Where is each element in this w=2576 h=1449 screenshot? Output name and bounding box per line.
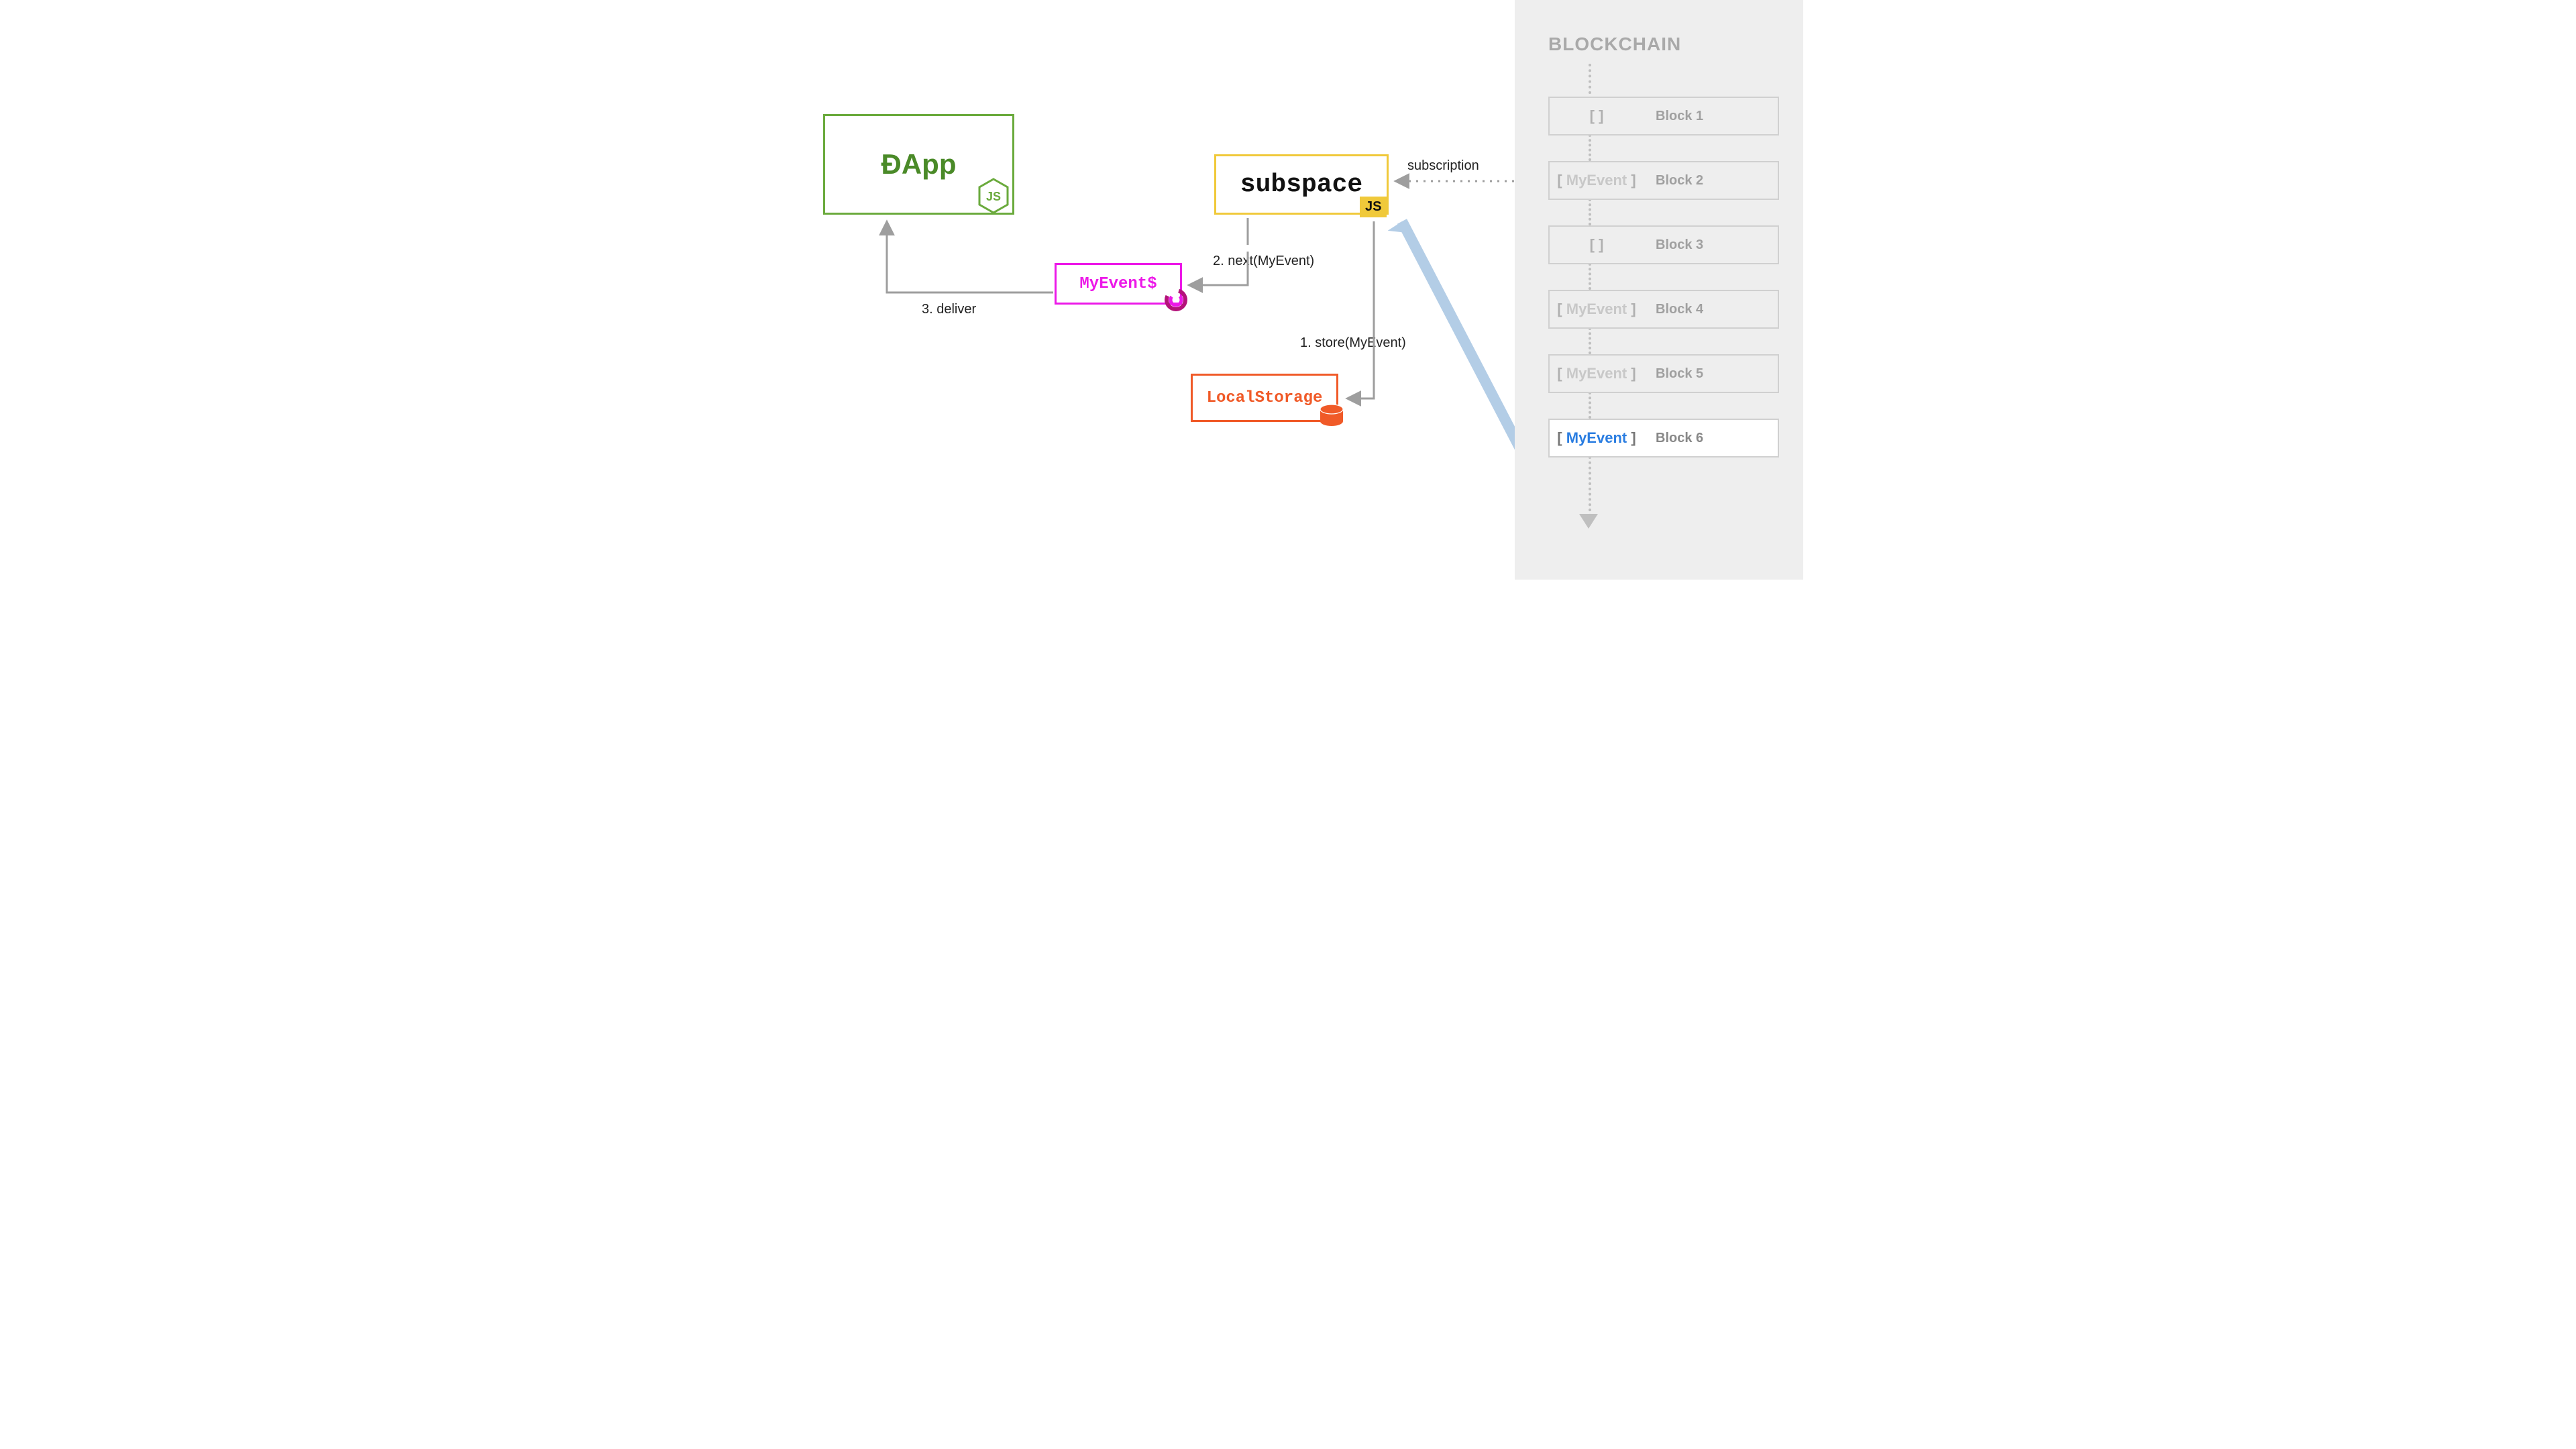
arrow-step2 <box>1190 218 1248 285</box>
block-connector <box>1589 64 1591 94</box>
diagram-stage: ÐApp JS subspace JS MyEvent$ LocalStorag… <box>773 0 1803 580</box>
block-connector <box>1589 134 1591 161</box>
dapp-label: ÐApp <box>881 148 957 180</box>
subscription-label: subscription <box>1407 158 1479 174</box>
step1-label: 1. store(MyEvent) <box>1300 335 1406 351</box>
block-row: [ MyEvent ] Block 2 <box>1548 161 1779 200</box>
block-name: Block 2 <box>1656 173 1703 189</box>
block-row: [ ] Block 1 <box>1548 97 1779 136</box>
block-row-active: [ MyEvent ] Block 6 <box>1548 419 1779 458</box>
blockchain-title: BLOCKCHAIN <box>1548 34 1681 55</box>
block-name: Block 5 <box>1656 366 1703 382</box>
block-event-slot: [ MyEvent ] <box>1550 429 1644 447</box>
blockchain-panel: BLOCKCHAIN [ ] Block 1 [ MyEvent ] Block… <box>1515 0 1803 580</box>
subspace-label: subspace <box>1240 170 1362 199</box>
step3-label: 3. deliver <box>922 302 976 317</box>
block-event-slot: [ ] <box>1550 107 1644 125</box>
subspace-js-badge-text: JS <box>1365 199 1381 214</box>
database-icon <box>1318 402 1346 431</box>
block-connector <box>1589 456 1591 517</box>
observable-label: MyEvent$ <box>1079 275 1157 293</box>
block-event-slot: [ MyEvent ] <box>1550 301 1644 318</box>
arrow-step1 <box>1348 221 1374 398</box>
chain-arrowhead-icon <box>1579 514 1598 529</box>
block-row: [ MyEvent ] Block 4 <box>1548 290 1779 329</box>
nodejs-icon: JS <box>977 178 1010 214</box>
block-event-slot: [ MyEvent ] <box>1550 172 1644 189</box>
arrow-block6-to-subspace <box>1388 219 1524 456</box>
block-row: [ MyEvent ] Block 5 <box>1548 354 1779 393</box>
block-event-slot: [ MyEvent ] <box>1550 365 1644 382</box>
block-connector <box>1589 392 1591 419</box>
svg-text:JS: JS <box>986 190 1001 203</box>
subspace-js-badge: JS <box>1360 197 1387 217</box>
block-row: [ ] Block 3 <box>1548 225 1779 264</box>
block-event-slot: [ ] <box>1550 236 1644 254</box>
block-name: Block 1 <box>1656 109 1703 124</box>
dapp-node: ÐApp JS <box>823 114 1014 215</box>
block-connector <box>1589 263 1591 290</box>
rxjs-icon <box>1163 286 1189 313</box>
block-name: Block 4 <box>1656 302 1703 317</box>
block-name: Block 6 <box>1656 431 1703 446</box>
localstorage-label: LocalStorage <box>1207 389 1323 407</box>
observable-node: MyEvent$ <box>1055 263 1182 305</box>
block-connector <box>1589 327 1591 354</box>
block-name: Block 3 <box>1656 237 1703 253</box>
step2-label: 2. next(MyEvent) <box>1213 254 1314 269</box>
localstorage-node: LocalStorage <box>1191 374 1338 422</box>
block-connector <box>1589 199 1591 225</box>
arrow-step3 <box>887 223 1053 292</box>
